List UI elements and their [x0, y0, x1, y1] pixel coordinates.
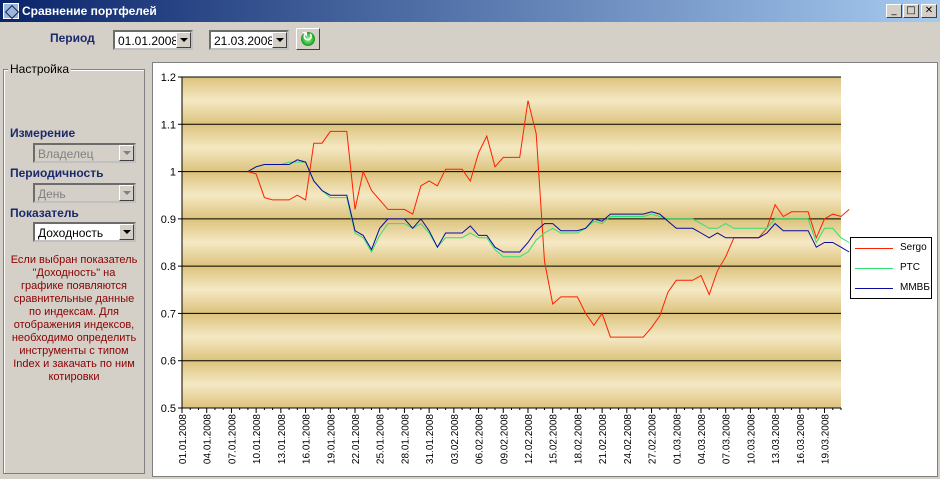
app-icon [3, 3, 19, 19]
legend-swatch [855, 288, 893, 289]
x-tick-label: 10.01.2008 [252, 414, 263, 464]
plot-band [182, 360, 841, 408]
indicator-value: Доходность [38, 226, 104, 240]
x-tick-label: 03.02.2008 [450, 414, 461, 464]
x-tick-label: 22.01.2008 [351, 414, 362, 464]
legend-label: ММВБ [900, 282, 930, 293]
chevron-down-icon[interactable] [272, 32, 287, 48]
chevron-down-icon[interactable] [119, 145, 134, 161]
x-tick-label: 16.01.2008 [302, 414, 313, 464]
minimize-icon[interactable]: _ [886, 4, 902, 18]
x-tick-label: 28.01.2008 [400, 414, 411, 464]
info-line: Index и закачать по ним [13, 358, 135, 370]
legend-swatch [855, 248, 893, 249]
info-line: отображения индексов, [13, 319, 135, 331]
x-tick-label: 07.03.2008 [722, 414, 733, 464]
y-tick-label: 0.7 [161, 308, 176, 320]
y-tick-label: 0.5 [161, 403, 176, 415]
x-tick-label: 24.02.2008 [623, 414, 634, 464]
x-tick-label: 15.02.2008 [549, 414, 560, 464]
info-line: инструменты с типом [19, 345, 129, 357]
info-line: графике появляются [21, 280, 127, 292]
legend-swatch [855, 268, 893, 269]
x-tick-label: 21.02.2008 [598, 414, 609, 464]
chart-legend: Sergo PTC ММВБ [850, 237, 932, 299]
x-tick-label: 31.01.2008 [425, 414, 436, 464]
info-line: необходимо определить [11, 332, 137, 344]
chevron-down-icon[interactable] [119, 224, 134, 240]
legend-item-micex: ММВБ [855, 282, 931, 296]
y-tick-label: 1.1 [161, 119, 176, 131]
legend-item-sergo: Sergo [855, 242, 931, 256]
x-tick-label: 09.02.2008 [499, 414, 510, 464]
y-tick-label: 1 [170, 167, 176, 179]
date-from-value: 01.01.2008 [118, 34, 179, 48]
plot-band [182, 218, 841, 267]
indicator-label: Показатель [10, 206, 79, 220]
legend-label: Sergo [900, 242, 927, 253]
plot-band [182, 266, 841, 314]
refresh-icon [301, 30, 315, 46]
chart-container: 0.5 0.6 0.7 0.8 0.9 1 1.1 1.2 01.01.2008 04.01.20… [152, 62, 938, 477]
period-label: Период [50, 31, 95, 45]
info-text: Если выбран показатель "Доходность" на г… [6, 254, 142, 384]
x-tick-label: 01.01.2008 [178, 414, 189, 464]
periodicity-select[interactable]: День [33, 183, 136, 203]
y-tick-label: 0.8 [161, 261, 176, 273]
indicator-select[interactable]: Доходность [33, 222, 136, 242]
periodicity-value: День [38, 187, 66, 201]
date-to-value: 21.03.2008 [214, 34, 275, 48]
periodicity-label: Периодичность [10, 166, 104, 180]
x-tick-label: 01.03.2008 [672, 414, 683, 464]
x-tick-label: 13.03.2008 [771, 414, 782, 464]
plot-band [182, 77, 841, 125]
x-tick-label: 10.03.2008 [746, 414, 757, 464]
maximize-icon[interactable]: □ [903, 4, 919, 18]
x-tick-label: 27.02.2008 [648, 414, 659, 464]
y-tick-label: 1.2 [161, 72, 176, 84]
info-line: котировки [48, 371, 100, 383]
title-bar: Сравнение портфелей _ □ ✕ [0, 0, 940, 22]
refresh-button[interactable] [296, 28, 320, 50]
y-tick-label: 0.6 [161, 356, 176, 368]
date-to-select[interactable]: 21.03.2008 [209, 30, 289, 50]
info-line: по индексам. Для [29, 306, 119, 318]
dimension-select[interactable]: Владелец [33, 143, 136, 163]
dimension-label: Измерение [10, 126, 76, 140]
info-line: Если выбран показатель [10, 254, 138, 266]
chevron-down-icon[interactable] [176, 32, 191, 48]
x-tick-label: 19.01.2008 [326, 414, 337, 464]
close-icon[interactable]: ✕ [921, 4, 937, 18]
window-title: Сравнение портфелей [22, 4, 157, 18]
info-line: "Доходность" на [32, 267, 116, 279]
y-tick-label: 0.9 [161, 214, 176, 226]
dimension-value: Владелец [38, 147, 94, 161]
x-tick-label: 13.01.2008 [277, 414, 288, 464]
x-tick-label: 25.01.2008 [376, 414, 387, 464]
plot-band [182, 171, 841, 219]
x-tick-label: 07.01.2008 [227, 414, 238, 464]
plot-band [182, 313, 841, 361]
x-tick-label: 12.02.2008 [524, 414, 535, 464]
x-tick-label: 06.02.2008 [475, 414, 486, 464]
x-tick-label: 04.03.2008 [697, 414, 708, 464]
x-tick-label: 04.01.2008 [203, 414, 214, 464]
info-line: сравнительные данные [13, 293, 135, 305]
legend-label: PTC [900, 262, 920, 273]
x-tick-label: 19.03.2008 [821, 414, 832, 464]
x-tick-label: 16.03.2008 [796, 414, 807, 464]
date-from-select[interactable]: 01.01.2008 [113, 30, 193, 50]
chevron-down-icon[interactable] [119, 185, 134, 201]
settings-group-title: Настройка [8, 62, 72, 76]
line-chart: 0.5 0.6 0.7 0.8 0.9 1 1.1 1.2 01.01.2008 04.01.20… [161, 72, 850, 464]
legend-item-rts: PTC [855, 262, 931, 276]
x-tick-label: 18.02.2008 [573, 414, 584, 464]
